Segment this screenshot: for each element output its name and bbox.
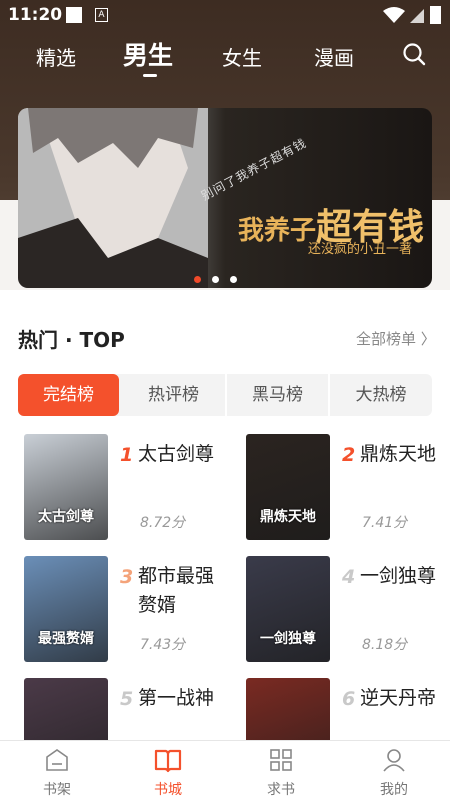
banner-character-image	[18, 108, 208, 288]
carousel-dot[interactable]	[212, 276, 219, 283]
book-score: 8.72分	[140, 515, 186, 531]
book-cover: 太古剑尊	[24, 434, 108, 540]
book-cover: 鼎炼天地	[246, 434, 330, 540]
book-rank: 6	[342, 688, 356, 710]
tab-comics[interactable]: 漫画	[314, 42, 354, 71]
grid-icon	[270, 749, 292, 771]
tab-popular[interactable]: 大热榜	[330, 374, 432, 416]
nav-mine[interactable]: 我的	[364, 747, 424, 799]
ranking-tabs: 完结榜 热评榜 黑马榜 大热榜	[18, 374, 432, 416]
book-score: 7.41分	[362, 515, 408, 531]
carousel-dots	[194, 268, 248, 287]
nav-bookshelf[interactable]: 书架	[27, 747, 87, 799]
a-notification-icon: A	[95, 8, 108, 22]
book-cover: 一剑独尊	[246, 556, 330, 662]
bottom-nav: 书架 书城 求书 我的	[0, 740, 450, 800]
search-icon[interactable]	[402, 42, 426, 66]
wifi-icon	[383, 7, 405, 23]
book-item[interactable]: 一剑独尊 4 一剑独尊 8.18分	[246, 556, 450, 676]
banner-author: 还没疯的小丑一著	[308, 242, 413, 257]
top-nav: 精选 男生 女生 漫画	[0, 34, 450, 80]
book-score: 7.43分	[140, 637, 186, 653]
book-rank: 1	[120, 444, 134, 466]
nav-bookstore[interactable]: 书城	[138, 747, 198, 799]
book-rank: 5	[120, 688, 134, 710]
book-open-icon	[154, 749, 182, 773]
all-rankings-link[interactable]: 全部榜单 〉	[356, 328, 436, 349]
book-title: 鼎炼天地	[360, 443, 437, 465]
book-item[interactable]: 鼎炼天地 2 鼎炼天地 7.41分	[246, 434, 450, 554]
bookshelf-icon	[46, 749, 68, 771]
carousel-dot[interactable]	[230, 276, 237, 283]
book-title: 逆天丹帝	[360, 687, 437, 709]
tab-male[interactable]: 男生	[123, 36, 173, 72]
hot-top-section: 热门 · TOP 全部榜单 〉 完结榜 热评榜 黑马榜 大热榜 太古剑尊 1 太…	[0, 290, 450, 784]
battery-icon	[430, 6, 441, 24]
tab-hot-reviews[interactable]: 热评榜	[122, 374, 225, 416]
book-rank: 2	[342, 444, 356, 466]
tab-completed[interactable]: 完结榜	[18, 374, 119, 416]
tab-featured[interactable]: 精选	[36, 42, 76, 71]
section-title: 热门 · TOP	[18, 328, 125, 352]
book-item[interactable]: 太古剑尊 1 太古剑尊 8.72分	[24, 434, 229, 554]
book-title: 都市最强赘婿	[138, 565, 215, 616]
banner-subtitle: 别问了我养子超有钱	[198, 135, 309, 204]
active-tab-indicator	[143, 74, 157, 77]
book-rank: 3	[120, 566, 134, 588]
tab-female[interactable]: 女生	[222, 42, 262, 71]
carousel-dot[interactable]	[194, 276, 201, 283]
book-cover: 最强赘婿	[24, 556, 108, 662]
book-title: 第一战神	[138, 687, 215, 709]
book-item[interactable]: 最强赘婿 3 都市最强赘婿 7.43分	[24, 556, 229, 676]
promo-banner[interactable]: 别问了我养子超有钱 我养子超有钱 还没疯的小丑一著	[18, 108, 432, 288]
book-rank: 4	[342, 566, 356, 588]
book-score: 8.18分	[362, 637, 408, 653]
book-title: 一剑独尊	[360, 565, 437, 587]
tab-dark-horse[interactable]: 黑马榜	[227, 374, 328, 416]
signal-icon	[410, 9, 424, 23]
book-title: 太古剑尊	[138, 443, 215, 465]
notification-square-icon	[66, 7, 82, 23]
nav-request-books[interactable]: 求书	[251, 747, 311, 799]
user-icon	[383, 749, 405, 772]
status-bar: 11:20 A	[0, 0, 450, 30]
status-time: 11:20	[8, 5, 63, 25]
